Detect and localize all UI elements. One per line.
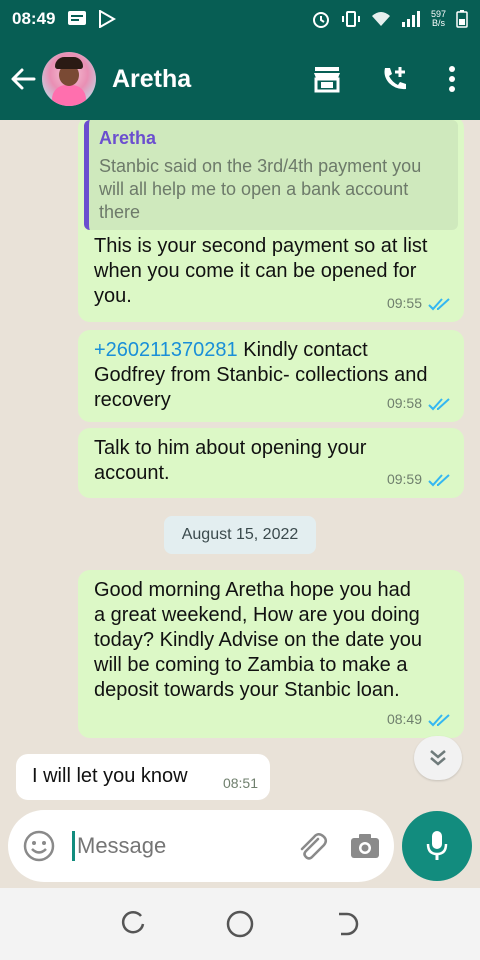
emoji-icon[interactable]: [22, 829, 56, 863]
message-bubble-outgoing[interactable]: +260211370281 Kindly contact Godfrey fro…: [78, 330, 464, 422]
microphone-icon: [426, 831, 448, 860]
chat-header: Aretha: [0, 38, 480, 120]
text-cursor: [72, 831, 75, 861]
network-speed: 597 B/s: [430, 9, 446, 28]
double-chevron-down-icon: [430, 750, 446, 766]
message-icon: [68, 11, 87, 25]
contact-name[interactable]: Aretha: [112, 65, 191, 94]
home-icon[interactable]: [225, 909, 255, 939]
message-meta: 09:55: [387, 291, 452, 316]
contact-avatar[interactable]: [42, 52, 96, 106]
double-check-icon: [428, 297, 450, 310]
voice-record-button[interactable]: [402, 811, 472, 881]
add-call-icon[interactable]: [380, 64, 410, 94]
double-check-icon: [428, 473, 450, 486]
camera-icon[interactable]: [350, 833, 380, 859]
phone-link[interactable]: +260211370281: [94, 339, 238, 361]
message-input[interactable]: [77, 833, 257, 859]
message-meta: 09:59: [387, 467, 452, 492]
battery-icon: [456, 10, 468, 28]
message-composer: [8, 810, 394, 882]
alarm-icon: [312, 12, 329, 28]
vibrate-icon: [341, 11, 360, 27]
message-time: 09:55: [386, 295, 422, 311]
message-time: 09:59: [386, 471, 422, 487]
message-bubble-outgoing[interactable]: Aretha Stanbic said on the 3rd/4th payme…: [78, 120, 464, 322]
message-bubble-incoming[interactable]: I will let you know 08:51: [16, 754, 270, 800]
message-time: 08:49: [386, 711, 422, 727]
message-time: 08:51: [222, 775, 258, 791]
double-check-icon: [428, 397, 450, 410]
back-nav-icon[interactable]: [333, 910, 361, 938]
back-arrow-icon[interactable]: [8, 64, 38, 94]
recent-apps-icon[interactable]: [119, 910, 147, 938]
message-bubble-outgoing[interactable]: Talk to him about opening your account. …: [78, 428, 464, 498]
system-navigation-bar: [0, 888, 480, 960]
quoted-text: Stanbic said on the 3rd/4th payment you …: [99, 156, 422, 222]
date-divider: August 15, 2022: [164, 516, 316, 554]
message-time: 09:58: [386, 395, 422, 411]
wifi-icon: [371, 12, 390, 26]
signal-icon: [401, 11, 420, 27]
play-store-icon: [99, 10, 117, 28]
more-icon[interactable]: [448, 66, 456, 92]
status-time: 08:49: [12, 9, 56, 28]
message-meta: 08:49: [387, 707, 452, 732]
double-check-icon: [428, 713, 450, 726]
message-meta: 08:51: [223, 771, 258, 796]
message-bubble-outgoing[interactable]: Good morning Aretha hope you had a great…: [78, 570, 464, 738]
quoted-message[interactable]: Aretha Stanbic said on the 3rd/4th payme…: [84, 120, 458, 230]
attachment-icon[interactable]: [294, 829, 328, 863]
status-bar: 08:49 597 B/s: [0, 0, 480, 38]
message-text: Good morning Aretha hope you had a great…: [94, 579, 423, 701]
quoted-sender: Aretha: [99, 128, 157, 148]
scroll-to-bottom-button[interactable]: [414, 736, 462, 780]
message-meta: 09:58: [387, 391, 452, 416]
message-list[interactable]: Aretha Stanbic said on the 3rd/4th payme…: [0, 120, 480, 802]
store-icon[interactable]: [312, 65, 342, 93]
